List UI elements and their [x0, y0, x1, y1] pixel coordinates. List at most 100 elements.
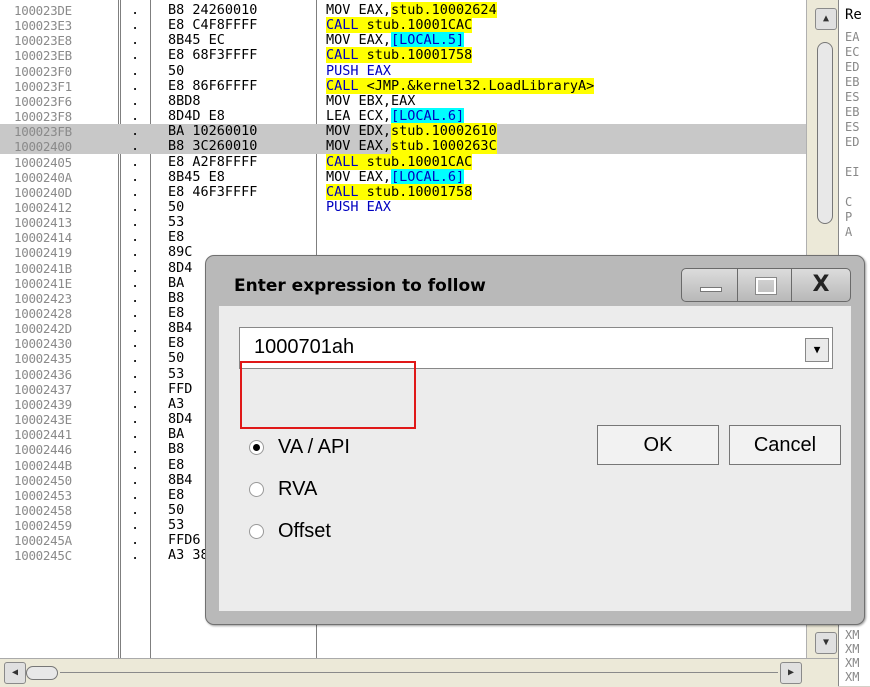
xmm-register-label: XM	[845, 628, 860, 642]
scroll-track	[60, 672, 778, 673]
row-address: 10002437	[14, 381, 72, 397]
scroll-thumb[interactable]	[817, 42, 833, 224]
row-address: 10002400	[14, 139, 72, 155]
row-address: 10002419	[14, 245, 72, 261]
radio-label: RVA	[278, 478, 318, 500]
row-address: 1000240A	[14, 169, 72, 185]
row-marker: .	[131, 395, 140, 412]
minimize-button[interactable]	[681, 268, 739, 302]
instruction-part: MOV EAX,	[326, 2, 392, 18]
disasm-row[interactable]: 100023DE. B8 24260010 MOV EAX,stub.1000262…	[0, 2, 806, 18]
row-marker: .	[131, 183, 140, 200]
row-hex: BA 10260010	[168, 123, 258, 140]
row-marker: .	[131, 426, 140, 443]
radio-offset[interactable]: Offset	[249, 520, 331, 543]
disasm-row[interactable]: 100023E3. E8 C4F8FFFF CALL stub.10001CAC	[0, 17, 806, 34]
row-marker: .	[131, 289, 140, 306]
disasm-row[interactable]: 10002414. E8	[0, 229, 806, 246]
chevron-down-icon[interactable]: ▼	[805, 338, 829, 362]
row-hex: B8 24260010	[168, 2, 258, 18]
close-button[interactable]: X	[791, 268, 851, 302]
row-marker: .	[131, 77, 140, 94]
row-address: 100023E3	[14, 18, 72, 34]
row-hex: 8BD8	[168, 92, 201, 109]
radio-va-api[interactable]: VA / API	[249, 436, 350, 459]
disasm-row[interactable]: 100023F0. 50 PUSH EAX	[0, 62, 806, 79]
xmm-register-label: XM	[845, 656, 860, 670]
row-marker: .	[131, 62, 140, 79]
row-address: 10002446	[14, 442, 72, 458]
disasm-row[interactable]: 1000240D. E8 46F3FFFF CALL stub.10001758	[0, 183, 806, 200]
radio-indicator[interactable]	[249, 482, 264, 498]
row-address: 10002413	[14, 215, 72, 231]
row-hex: 8D4	[168, 259, 193, 276]
row-marker: .	[131, 229, 140, 246]
row-address: 100023FB	[14, 124, 72, 140]
maximize-icon	[755, 277, 777, 295]
register-label: ES	[845, 90, 860, 104]
row-hex: 50	[168, 350, 185, 367]
arrow-up-icon[interactable]: ▲	[815, 8, 837, 30]
instruction-part: PUSH EAX	[326, 198, 392, 215]
row-hex: 53	[168, 365, 185, 382]
row-address: 100023F1	[14, 78, 72, 94]
radio-rva[interactable]: RVA	[249, 478, 317, 501]
row-hex: BA	[168, 274, 185, 291]
row-hex: 8B4	[168, 471, 193, 488]
row-marker: .	[131, 335, 140, 352]
row-marker: .	[131, 380, 140, 397]
instruction-part: stub.10002624	[391, 2, 497, 18]
cancel-button[interactable]: Cancel	[729, 425, 841, 465]
instruction-part: MOV EBX,EAX	[326, 92, 416, 109]
row-address: 10002458	[14, 502, 72, 518]
ok-button[interactable]: OK	[597, 425, 719, 465]
expression-input[interactable]	[244, 332, 814, 362]
annotation-highlight-box	[240, 361, 416, 429]
horizontal-scrollbar[interactable]: ◀ ▶	[0, 658, 838, 687]
arrow-down-icon[interactable]: ▼	[815, 632, 837, 654]
row-address: 1000241E	[14, 275, 72, 291]
instruction-part: MOV EAX,	[326, 32, 392, 49]
disasm-row[interactable]: 1000240A. 8B45 E8 MOV EAX,[LOCAL.6]	[0, 168, 806, 185]
scroll-thumb[interactable]	[26, 666, 58, 680]
instruction-part: CALL	[326, 183, 359, 200]
row-marker: .	[131, 365, 140, 382]
row-hex: 53	[168, 517, 185, 534]
disasm-row[interactable]: 100023E8. 8B45 EC MOV EAX,[LOCAL.5]	[0, 32, 806, 49]
row-hex: FFD6	[168, 532, 201, 549]
disasm-row[interactable]: 10002413. 53	[0, 214, 806, 231]
instruction-part: CALL	[326, 153, 359, 170]
xmm-register-label: XM	[845, 670, 860, 684]
row-marker: .	[131, 153, 140, 170]
disasm-row[interactable]: 10002412. 50 PUSH EAX	[0, 198, 806, 215]
row-hex: E8	[168, 456, 185, 473]
row-address: 10002430	[14, 336, 72, 352]
arrow-left-icon[interactable]: ◀	[4, 662, 26, 684]
row-address: 1000240D	[14, 184, 72, 200]
row-hex: 53	[168, 214, 185, 231]
row-marker: .	[131, 471, 140, 488]
row-address: 10002414	[14, 230, 72, 246]
disasm-row[interactable]: 100023FB. BA 10260010 MOV EDX,stub.1000261…	[0, 123, 806, 140]
disasm-row[interactable]: 10002405. E8 A2F8FFFF CALL stub.10001CAC	[0, 153, 806, 170]
maximize-button[interactable]	[737, 268, 793, 302]
radio-indicator[interactable]	[249, 524, 264, 540]
arrow-right-icon[interactable]: ▶	[780, 662, 802, 684]
row-address: 10002450	[14, 472, 72, 488]
row-marker: .	[131, 123, 140, 140]
instruction-part: CALL	[326, 47, 359, 64]
disasm-row[interactable]: 100023EB. E8 68F3FFFF CALL stub.10001758	[0, 47, 806, 64]
radio-indicator[interactable]	[249, 440, 264, 456]
disasm-row[interactable]: 100023F6. 8BD8 MOV EBX,EAX	[0, 92, 806, 109]
instruction-part: MOV EAX,	[326, 168, 392, 185]
row-address: 10002412	[14, 199, 72, 215]
instruction-part: stub.10001CAC	[358, 17, 473, 34]
row-address: 1000244B	[14, 457, 72, 473]
row-address: 1000242D	[14, 321, 72, 337]
disasm-row[interactable]: 100023F1. E8 86F6FFFF CALL <JMP.&kernel32.…	[0, 77, 806, 94]
row-address: 10002436	[14, 366, 72, 382]
instruction-part: LEA ECX,	[326, 108, 392, 125]
disasm-row[interactable]: 10002400. B8 3C260010 MOV EAX,stub.1000263…	[0, 138, 806, 155]
row-hex: E8 46F3FFFF	[168, 183, 258, 200]
disasm-row[interactable]: 100023F8. 8D4D E8 LEA ECX,[LOCAL.6]	[0, 108, 806, 125]
